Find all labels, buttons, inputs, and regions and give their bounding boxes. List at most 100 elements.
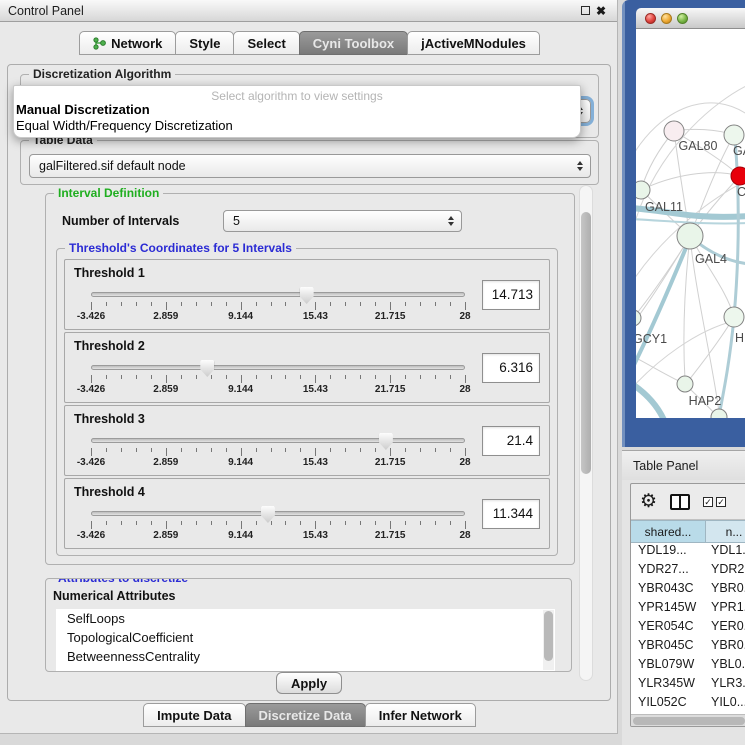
table-row[interactable]: YDR27...YDR2... [631, 562, 745, 581]
content-scrollbar[interactable] [579, 185, 593, 681]
GAL80-node[interactable] [664, 121, 684, 141]
node-label: H [735, 331, 744, 345]
threshold-value-field[interactable]: 14.713 [482, 280, 540, 310]
split-panel-icon[interactable] [670, 494, 690, 510]
table-row[interactable]: YDL19...YDL1... [631, 543, 745, 562]
table-data-group: Table Data galFiltered.sif default node [20, 140, 599, 185]
threshold-panel-4: Threshold 4 -3.4262.8599.14415.4321.71528… [64, 478, 550, 549]
table-panel-section: Table Panel ⚙ ✓✓ shared... n... YDL19...… [622, 450, 745, 745]
attributes-scrollbar[interactable] [543, 610, 554, 670]
slider-tick-labels: -3.4262.8599.14415.4321.71528 [91, 311, 465, 323]
content-scrollbar-thumb[interactable] [581, 212, 591, 474]
node[interactable] [711, 409, 727, 418]
table-row[interactable]: YER054CYER0... [631, 619, 745, 638]
column-header-shared[interactable]: shared... [631, 520, 706, 543]
node-label: GCY1 [636, 332, 667, 346]
slider-ticks [91, 375, 465, 383]
GAL4-node[interactable] [677, 223, 703, 249]
numerical-attributes-list: SelfLoopsTopologicalCoefficientBetweenne… [56, 609, 555, 671]
column-header-name[interactable]: n... [706, 520, 745, 543]
node[interactable] [724, 125, 744, 145]
threshold-value-field[interactable]: 11.344 [482, 499, 540, 529]
zoom-traffic-light[interactable] [677, 13, 688, 24]
table-horizontal-scrollbar[interactable] [631, 714, 745, 726]
threshold-label: Threshold 4 [74, 485, 145, 499]
network-edge[interactable] [636, 355, 685, 384]
top-tab-bar: Network Style Select Cyni Toolbox jActiv… [0, 31, 618, 55]
threshold-panel-1: Threshold 1 -3.4262.8599.14415.4321.71528… [64, 259, 550, 330]
red-node[interactable] [731, 167, 745, 185]
tab-infer-network[interactable]: Infer Network [365, 703, 476, 727]
minimize-traffic-light[interactable] [661, 13, 672, 24]
table-row[interactable]: YBL079WYBL0... [631, 657, 745, 676]
table-row[interactable]: YLR345WYLR3... [631, 676, 745, 695]
discretization-algorithm-label: Discretization Algorithm [29, 67, 175, 81]
tab-cyni-toolbox[interactable]: Cyni Toolbox [299, 31, 408, 55]
GAL11-node[interactable] [636, 181, 650, 199]
tab-network[interactable]: Network [79, 31, 176, 55]
select-columns-icon[interactable]: ✓✓ [703, 497, 726, 507]
control-panel-window: Control Panel ✖ Network Style Select Cyn… [0, 0, 618, 734]
network-canvas[interactable]: GAL80GACGAL11GAL4GCY1HHAP2 [636, 29, 745, 418]
threshold-slider-track[interactable] [91, 292, 465, 297]
table-row[interactable]: YPR145WYPR1... [631, 600, 745, 619]
table-body: YDL19...YDL1...YDR27...YDR2...YBR043CYBR… [631, 543, 745, 714]
interval-definition-label: Interval Definition [54, 186, 163, 200]
network-window-titlebar[interactable] [636, 8, 745, 29]
table-row[interactable]: YBR045CYBR0... [631, 638, 745, 657]
algorithm-option-manual[interactable]: Manual Discretization [14, 102, 580, 118]
network-edge[interactable] [636, 238, 690, 375]
slider-ticks [91, 521, 465, 529]
gear-icon[interactable]: ⚙ [640, 492, 657, 511]
attributes-group-label: Attributes to discretize [54, 578, 192, 585]
attribute-list-item[interactable]: TopologicalCoefficient [56, 628, 555, 647]
table-panel-title: Table Panel [633, 459, 698, 473]
combobox-arrows-icon [577, 161, 583, 171]
network-edge[interactable] [690, 236, 734, 317]
apply-button[interactable]: Apply [276, 672, 342, 694]
tab-jactivemnodules[interactable]: jActiveMNodules [407, 31, 540, 55]
algorithm-option-equal-width[interactable]: Equal Width/Frequency Discretization [14, 118, 580, 134]
panel-title: Control Panel [8, 4, 577, 18]
table-data-combobox[interactable]: galFiltered.sif default node [29, 154, 591, 178]
threshold-slider-track[interactable] [91, 365, 465, 370]
threshold-slider-track[interactable] [91, 438, 465, 443]
slider-tick-labels: -3.4262.8599.14415.4321.71528 [91, 530, 465, 542]
node-table: shared... n... YDL19...YDL1...YDR27...YD… [631, 520, 745, 714]
slider-ticks [91, 302, 465, 310]
threshold-slider-track[interactable] [91, 511, 465, 516]
table-row[interactable]: YIL052CYIL0... [631, 695, 745, 714]
thresholds-group: Threshold's Coordinates for 5 Intervals … [56, 248, 558, 556]
number-of-intervals-combobox[interactable]: 5 [223, 210, 462, 232]
interval-definition-group: Interval Definition Number of Intervals … [45, 193, 575, 565]
threshold-value-field[interactable]: 21.4 [482, 426, 540, 456]
attribute-list-item[interactable]: BetweennessCentrality [56, 647, 555, 666]
network-edge[interactable] [636, 382, 664, 418]
attribute-list-item[interactable]: SelfLoops [56, 609, 555, 628]
algorithm-prompt: Select algorithm to view settings [14, 86, 580, 102]
table-header-row: shared... n... [631, 520, 745, 543]
network-icon [93, 37, 106, 50]
HAP2-node[interactable] [677, 376, 693, 392]
GCY1-node[interactable] [636, 310, 641, 326]
tab-discretize-data[interactable]: Discretize Data [245, 703, 366, 727]
tab-style[interactable]: Style [175, 31, 234, 55]
tab-impute-data[interactable]: Impute Data [143, 703, 245, 727]
threshold-panel-3: Threshold 3-3.4262.8599.14415.4321.71528… [64, 405, 550, 476]
threshold-label: Threshold 3 [74, 412, 145, 426]
node-label: GAL11 [645, 200, 683, 214]
close-icon[interactable]: ✖ [593, 4, 609, 18]
node[interactable] [724, 307, 744, 327]
close-traffic-light[interactable] [645, 13, 656, 24]
float-window-icon[interactable] [577, 4, 593, 18]
threshold-value-field[interactable]: 6.316 [482, 353, 540, 383]
table-row[interactable]: YBR043CYBR0... [631, 581, 745, 600]
threshold-label: Threshold 1 [74, 266, 145, 280]
tab-select[interactable]: Select [233, 31, 299, 55]
node-label: GAL80 [679, 139, 718, 153]
node-label: HAP2 [689, 394, 722, 408]
cyni-toolbox-content: Discretization Algorithm Select algorith… [7, 64, 611, 701]
thresholds-container: Threshold 1 -3.4262.8599.14415.4321.71528… [64, 259, 550, 551]
slider-ticks [91, 448, 465, 456]
network-edge[interactable] [684, 236, 690, 380]
